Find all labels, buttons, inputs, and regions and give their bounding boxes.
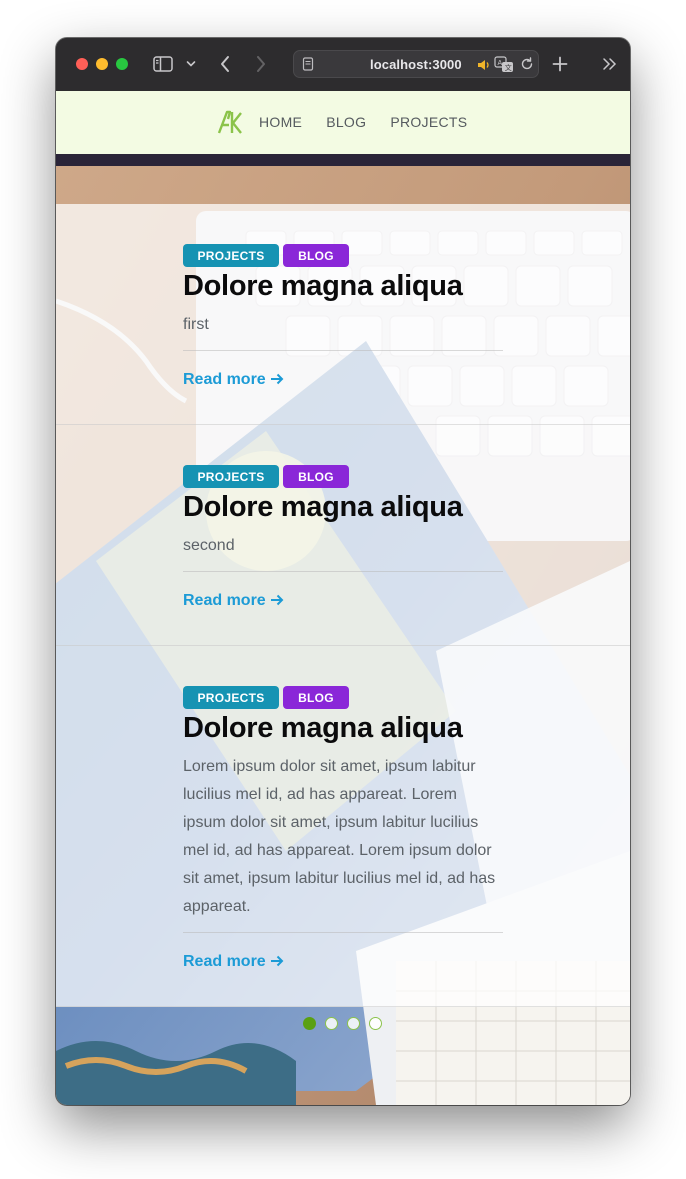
close-window-button[interactable] [76, 58, 88, 70]
ak-logo-icon[interactable] [217, 109, 243, 135]
browser-window: localhost:3000 A文 HOME BLOG PROJECTS PRO… [56, 38, 630, 1105]
read-more-label: Read more [183, 592, 266, 609]
post-card: PROJECTS BLOG Dolore magna aliqua second… [56, 425, 630, 646]
double-chevron-icon[interactable] [598, 53, 622, 75]
post-excerpt: first [183, 316, 209, 333]
post-title[interactable]: Dolore magna aliqua [183, 490, 503, 524]
nav-projects[interactable]: PROJECTS [390, 114, 467, 130]
translate-icon[interactable]: A文 [494, 56, 514, 74]
svg-text:文: 文 [505, 63, 512, 72]
post-tags: PROJECTS BLOG [183, 686, 503, 709]
page-viewport: HOME BLOG PROJECTS PROJECTS BLOG Dolore … [56, 91, 630, 1105]
reload-icon[interactable] [520, 57, 534, 71]
pagination-dots [303, 1017, 382, 1030]
plus-icon[interactable] [548, 53, 572, 75]
post-list: PROJECTS BLOG Dolore magna aliqua first … [56, 204, 630, 1007]
post-divider [183, 350, 503, 351]
address-url: localhost:3000 [370, 57, 462, 72]
read-more-link[interactable]: Read more [183, 592, 284, 610]
audio-icon[interactable] [476, 57, 492, 73]
arrow-right-icon [270, 955, 284, 967]
read-more-link[interactable]: Read more [183, 371, 284, 389]
page-icon [301, 57, 315, 71]
tag-projects[interactable]: PROJECTS [183, 244, 279, 267]
pagination-dot[interactable] [325, 1017, 338, 1030]
post-divider [183, 571, 503, 572]
pagination-dot[interactable] [303, 1017, 316, 1030]
read-more-label: Read more [183, 953, 266, 970]
read-more-label: Read more [183, 371, 266, 388]
minimize-window-button[interactable] [96, 58, 108, 70]
browser-toolbar: localhost:3000 A文 [56, 38, 630, 91]
post-card: PROJECTS BLOG Dolore magna aliqua first … [56, 204, 630, 425]
tag-projects[interactable]: PROJECTS [183, 465, 279, 488]
post-title[interactable]: Dolore magna aliqua [183, 711, 503, 745]
svg-text:A: A [498, 60, 503, 67]
back-arrow-icon[interactable] [214, 53, 236, 75]
address-bar[interactable]: localhost:3000 A文 [293, 50, 539, 78]
read-more-link[interactable]: Read more [183, 953, 284, 971]
tag-blog[interactable]: BLOG [283, 465, 349, 488]
post-tags: PROJECTS BLOG [183, 465, 503, 488]
arrow-right-icon [270, 373, 284, 385]
site-header: HOME BLOG PROJECTS [56, 91, 630, 154]
nav-blog[interactable]: BLOG [326, 114, 366, 130]
sidebar-toggle-icon[interactable] [152, 53, 174, 75]
maximize-window-button[interactable] [116, 58, 128, 70]
tag-blog[interactable]: BLOG [283, 686, 349, 709]
tag-blog[interactable]: BLOG [283, 244, 349, 267]
post-card: PROJECTS BLOG Dolore magna aliqua Lorem … [56, 646, 630, 1007]
post-divider [183, 932, 503, 933]
tag-projects[interactable]: PROJECTS [183, 686, 279, 709]
post-title[interactable]: Dolore magna aliqua [183, 269, 503, 303]
chevron-down-icon[interactable] [184, 53, 198, 75]
pagination-dot[interactable] [369, 1017, 382, 1030]
pagination-dot[interactable] [347, 1017, 360, 1030]
arrow-right-icon [270, 594, 284, 606]
forward-arrow-icon[interactable] [250, 53, 272, 75]
post-tags: PROJECTS BLOG [183, 244, 503, 267]
post-excerpt: second [183, 537, 235, 554]
main-nav: HOME BLOG PROJECTS [259, 114, 467, 130]
post-excerpt: Lorem ipsum dolor sit amet, ipsum labitu… [183, 758, 496, 915]
nav-home[interactable]: HOME [259, 114, 302, 130]
